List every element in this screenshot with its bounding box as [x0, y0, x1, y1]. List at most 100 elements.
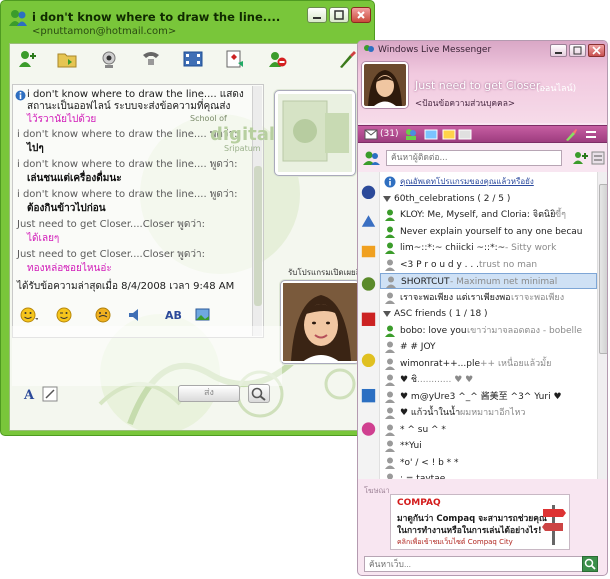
message-sender: i don't know where to draw the line.... … — [17, 129, 238, 140]
mail-count[interactable]: (31) — [380, 129, 398, 139]
contact-row[interactable]: เราจะพอเพียง แต่เราเพียงพอ เราจะพอเพียง — [380, 290, 597, 306]
collapse-arrow-icon[interactable] — [382, 194, 392, 204]
contact-row[interactable]: bobo: love you เขาว่ามาจลอดตอง - bobelle — [380, 323, 597, 339]
my-display-picture[interactable] — [280, 280, 360, 364]
block-button[interactable] — [266, 49, 288, 69]
contact-row[interactable]: lim~::*:~ chiicki ~::*:~ - Sitty work — [380, 240, 597, 256]
maximize-button[interactable] — [329, 7, 349, 23]
remote-sub: Sripatum — [224, 144, 261, 153]
add-contact-icon — [19, 51, 36, 67]
contact-group-header[interactable]: ASC friends ( 1 / 18 ) — [380, 306, 597, 322]
own-picture-caption: รับโปรแกรมเปิดเผยสิ่งใหม่ — [288, 268, 361, 277]
status-message: สถานะเป็นออฟไลน์ ระบบจะส่งข้อความที่คุณส… — [27, 101, 231, 112]
emoticon-button[interactable] — [20, 306, 39, 324]
scrollbar-thumb[interactable] — [254, 166, 262, 306]
contact-personal-message: เราจะพอเพียง — [511, 292, 565, 303]
minimize-button[interactable] — [307, 7, 327, 23]
scrollbar-thumb[interactable] — [599, 184, 607, 354]
update-banner-link[interactable]: คุณอัพเดทโปรแกรมของคุณแล้วหรือยัง — [380, 174, 597, 190]
maximize-icon — [334, 10, 344, 20]
wink-button[interactable] — [56, 306, 74, 324]
compaq-ad-banner[interactable]: COMPAQ มาดูกันว่า Compaq จะสามารถช่วยคุณ… — [390, 494, 570, 550]
font-button[interactable]: AB — [164, 306, 182, 324]
voice-clip-button[interactable] — [126, 306, 144, 324]
photo-icon[interactable] — [442, 128, 456, 141]
type-mode-icon[interactable]: A — [22, 386, 38, 402]
display-name[interactable]: Just need to get Closer... — [415, 79, 550, 92]
contact-row[interactable]: *o' / < ! b * * — [380, 455, 597, 471]
background-theme-button[interactable] — [336, 49, 358, 69]
messenger-maximize-button[interactable] — [569, 44, 586, 57]
my-avatar[interactable] — [362, 62, 408, 108]
offline-buddy-icon — [385, 391, 395, 403]
add-contact-icon[interactable] — [572, 150, 588, 166]
svg-text:AB: AB — [165, 309, 182, 322]
news-icon[interactable] — [458, 128, 472, 141]
ad-line-3: คลิกเพื่อเข้าชมเว็บไซต์ Compaq City — [397, 538, 513, 546]
contact-personal-message: ............ ♥ ♥ — [417, 375, 474, 385]
spaces-icon[interactable] — [424, 128, 438, 141]
contact-list-scrollbar[interactable] — [597, 172, 607, 479]
sort-contacts-icon[interactable] — [590, 150, 606, 166]
contact-display-picture[interactable] — [274, 90, 356, 176]
contact-row[interactable]: <3 P r o u d y . . . trust no man — [380, 257, 597, 273]
contacts-icon[interactable] — [362, 150, 382, 166]
video-button[interactable] — [98, 49, 120, 69]
info-icon — [384, 176, 396, 188]
invite-contact-button[interactable] — [16, 49, 38, 69]
call-button[interactable] — [140, 49, 162, 69]
contact-row[interactable]: KLOY: Me, Myself, and Cloria: จิตนิยิ ขี… — [380, 207, 597, 223]
games-button[interactable] — [224, 49, 246, 69]
conversation-toolbar — [10, 44, 361, 76]
contact-row[interactable]: * ^ su ^ * — [380, 422, 597, 438]
contact-row[interactable]: ♥ m@yUre3 ^_^ 酱美至 ^3^ Yuri ♥ — [380, 389, 597, 405]
background-button[interactable] — [194, 306, 212, 324]
remote-caption: School of — [190, 114, 227, 123]
paintbrush-icon — [340, 51, 356, 68]
conversation-titlebar[interactable]: i don't know where to draw the line.... … — [1, 1, 374, 41]
contact-row[interactable]: ♥ แก้วน้ำในน้ำ ผมหมามาอีกไหว — [380, 405, 597, 421]
contact-row[interactable]: ♥ ชิ ............ ♥ ♥ — [380, 372, 597, 388]
message-sender: Just need to get Closer....Closer พูดว่า… — [17, 219, 205, 230]
offline-buddy-icon — [385, 424, 395, 436]
avatar-image — [364, 64, 406, 106]
personal-message[interactable]: <ป้อนข้อความส่วนบุคคล> — [415, 96, 515, 110]
message-sender: Just need to get Closer....Closer พูดว่า… — [17, 249, 205, 260]
conversation-body: i don't know where to draw the line.... … — [9, 43, 362, 431]
contact-name: * ^ su ^ * — [400, 424, 446, 435]
send-files-button[interactable] — [56, 49, 78, 69]
messenger-minimize-button[interactable] — [550, 44, 567, 57]
online-status[interactable]: (ออนไลน์) — [536, 81, 576, 95]
ad-strip-logos — [358, 172, 380, 479]
contact-name: lim~::*:~ chiicki ~::*:~ — [400, 243, 506, 253]
offline-buddy-icon — [385, 341, 395, 353]
mail-icon[interactable] — [364, 129, 378, 140]
online-buddy-icon — [385, 226, 395, 238]
contact-search-input[interactable] — [386, 150, 562, 166]
menu-icon[interactable] — [584, 128, 598, 141]
message-text: ไว้รวานัยไปด้วย — [27, 114, 97, 125]
send-button[interactable]: ส่ง — [178, 385, 240, 402]
contact-row[interactable]: # # JOY — [380, 339, 597, 355]
web-search-button[interactable] — [582, 556, 598, 572]
contact-name: bobo: love you — [400, 325, 467, 336]
message-input[interactable] — [12, 326, 282, 386]
contact-personal-message: ผมหมามาอีกไหว — [460, 408, 526, 418]
contact-row[interactable]: SHORTCUT - Maximum net minimal — [380, 273, 597, 289]
remote-brand: digital — [210, 124, 276, 145]
web-search-input[interactable] — [364, 556, 594, 572]
close-button[interactable] — [351, 7, 371, 23]
collapse-arrow-icon[interactable] — [382, 309, 392, 319]
nudge-button[interactable] — [94, 306, 112, 324]
messenger-close-button[interactable] — [588, 44, 605, 57]
contact-row[interactable]: **Yui — [380, 438, 597, 454]
contact-row[interactable]: Never explain yourself to any one becau — [380, 224, 597, 240]
search-button[interactable] — [248, 384, 270, 403]
handwriting-mode-icon[interactable] — [42, 386, 58, 402]
contact-row[interactable]: wimonrat++...ple ++ เหนื่อยแล้วมั้ย — [380, 356, 597, 372]
activities-button[interactable] — [182, 49, 204, 69]
paintbrush-icon[interactable] — [564, 128, 578, 141]
contacts-icon[interactable] — [404, 128, 418, 141]
contact-group-header[interactable]: 60th_celebrations ( 2 / 5 ) — [380, 191, 597, 207]
contact-row[interactable]: ; = taytae — [380, 471, 597, 479]
